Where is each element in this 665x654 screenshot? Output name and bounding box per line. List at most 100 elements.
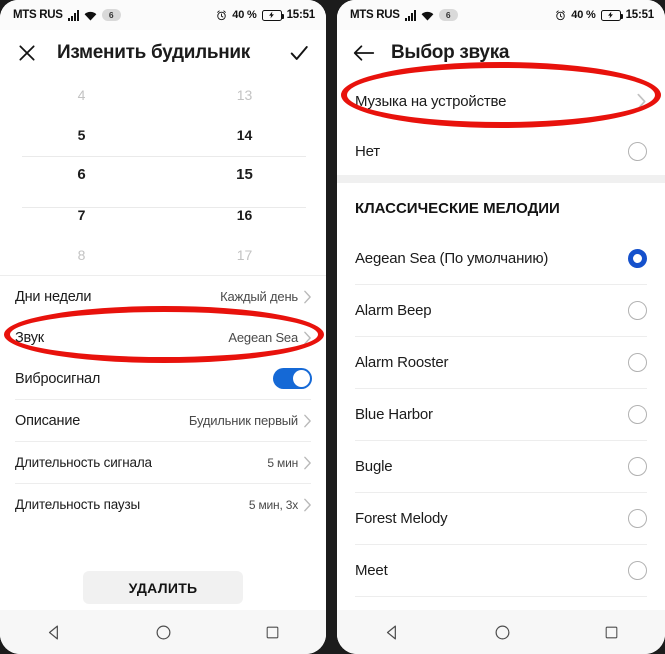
- list-item-device-music[interactable]: Музыка на устройстве: [337, 75, 665, 127]
- list-item-label: Meet: [355, 562, 388, 579]
- sim-badge: 6: [101, 9, 121, 21]
- list-item-none[interactable]: Нет: [337, 127, 665, 175]
- row-value: Будильник первый: [188, 413, 298, 428]
- battery-charging-icon: [600, 9, 623, 21]
- nav-recents-square-icon[interactable]: [265, 625, 280, 640]
- chevron-right-icon: [303, 456, 312, 470]
- list-item-label: Blue Harbor: [355, 406, 433, 423]
- status-bar-right-group: 40 % 15:51: [555, 9, 654, 21]
- list-item-melody[interactable]: Bugle: [337, 441, 665, 492]
- settings-row-alarm-duration[interactable]: Длительность сигнала 5 мин: [0, 442, 326, 483]
- row-value: Каждый день: [220, 289, 298, 304]
- status-bar-left: MTS RUS 6 40 % 15:51: [0, 0, 326, 30]
- list-item-label: Aegean Sea (По умолчанию): [355, 250, 549, 267]
- list-item-label: Нет: [355, 142, 380, 160]
- row-label: Описание: [15, 412, 81, 429]
- hour-option-selected[interactable]: 6: [77, 155, 85, 195]
- row-label: Длительность сигнала: [15, 455, 152, 470]
- alarm-clock-icon: [555, 9, 566, 21]
- status-bar-right-group: 40 % 15:51: [216, 9, 315, 21]
- row-value: 5 мин, 3х: [248, 497, 298, 512]
- nav-back-triangle-icon[interactable]: [46, 624, 63, 641]
- hour-wheel[interactable]: 4 5 6 7 8: [0, 75, 163, 275]
- minute-wheel[interactable]: 13 14 15 16 17: [163, 75, 326, 275]
- melody-list: Aegean Sea (По умолчанию) Alarm Beep Ala…: [337, 233, 665, 597]
- minute-option-selected[interactable]: 15: [236, 155, 253, 195]
- android-nav-bar-right: [337, 610, 665, 654]
- nav-back-triangle-icon[interactable]: [384, 624, 401, 641]
- minute-option[interactable]: 14: [237, 115, 253, 155]
- list-item-label: Alarm Beep: [355, 302, 432, 319]
- carrier-label: MTS RUS: [13, 9, 63, 21]
- battery-percent-label: 40 %: [571, 9, 596, 21]
- list-item-label: Alarm Rooster: [355, 354, 449, 371]
- list-item-melody[interactable]: Meet: [337, 545, 665, 596]
- hour-option[interactable]: 4: [78, 75, 86, 115]
- list-item-melody[interactable]: Alarm Beep: [337, 285, 665, 336]
- battery-charging-icon: [261, 9, 284, 21]
- radio-button[interactable]: [628, 405, 647, 424]
- minute-option[interactable]: 16: [237, 195, 253, 235]
- signal-bars-icon: [404, 9, 416, 21]
- clock-label: 15:51: [625, 9, 655, 21]
- picker-divider-top: [22, 156, 306, 157]
- radio-button[interactable]: [628, 353, 647, 372]
- radio-button[interactable]: [628, 509, 647, 528]
- settings-row-snooze-duration[interactable]: Длительность паузы 5 мин, 3х: [0, 484, 326, 525]
- settings-row-vibration[interactable]: Вибросигнал: [0, 358, 326, 399]
- page-title: Изменить будильник: [57, 41, 251, 63]
- list-item-melody[interactable]: Alarm Rooster: [337, 337, 665, 388]
- status-bar-left-group: MTS RUS 6: [350, 9, 458, 21]
- android-nav-bar-left: [0, 610, 326, 654]
- page-title: Выбор звука: [391, 41, 510, 63]
- list-item-melody[interactable]: Blue Harbor: [337, 389, 665, 440]
- row-value: Aegean Sea: [228, 330, 298, 345]
- section-separator-band: [337, 175, 665, 183]
- row-value: 5 мин: [267, 455, 298, 470]
- signal-bars-icon: [67, 9, 79, 21]
- list-item-label: Музыка на устройстве: [355, 92, 507, 110]
- chevron-right-icon: [303, 498, 312, 512]
- app-bar-edit-alarm: Изменить будильник: [0, 30, 326, 75]
- arrow-back-icon[interactable]: [351, 40, 377, 66]
- nav-recents-square-icon[interactable]: [604, 625, 619, 640]
- hour-option[interactable]: 7: [78, 195, 86, 235]
- radio-button[interactable]: [628, 561, 647, 580]
- status-bar-left-group: MTS RUS 6: [13, 9, 121, 21]
- picker-divider-bottom: [22, 207, 306, 208]
- dual-screenshot-stage: MTS RUS 6 40 % 15:51 Изменить будильник …: [0, 0, 665, 654]
- settings-row-sound[interactable]: Звук Aegean Sea: [0, 317, 326, 358]
- row-label: Вибросигнал: [15, 370, 101, 387]
- list-item-melody[interactable]: Aegean Sea (По умолчанию): [337, 233, 665, 284]
- list-item-melody[interactable]: Forest Melody: [337, 493, 665, 544]
- minute-option[interactable]: 17: [237, 235, 253, 275]
- settings-row-weekdays[interactable]: Дни недели Каждый день: [0, 276, 326, 317]
- app-bar-sound-picker: Выбор звука: [337, 30, 665, 75]
- hour-option[interactable]: 5: [78, 115, 86, 155]
- radio-button[interactable]: [628, 301, 647, 320]
- nav-home-circle-icon[interactable]: [494, 624, 511, 641]
- hour-option[interactable]: 8: [78, 235, 86, 275]
- chevron-right-icon: [303, 414, 312, 428]
- close-icon[interactable]: [14, 40, 40, 66]
- radio-button-selected[interactable]: [628, 249, 647, 268]
- check-icon[interactable]: [286, 40, 312, 66]
- time-picker[interactable]: 4 5 6 7 8 13 14 15 16 17: [0, 75, 326, 275]
- nav-home-circle-icon[interactable]: [155, 624, 172, 641]
- battery-percent-label: 40 %: [232, 9, 257, 21]
- delete-button-container: УДАЛИТЬ: [0, 571, 326, 604]
- row-label: Звук: [15, 329, 44, 346]
- radio-button[interactable]: [628, 141, 647, 161]
- clock-label: 15:51: [286, 9, 316, 21]
- row-label: Дни недели: [15, 288, 92, 305]
- chevron-right-icon: [303, 331, 312, 345]
- radio-button[interactable]: [628, 457, 647, 476]
- chevron-right-icon: [636, 93, 647, 110]
- delete-button[interactable]: УДАЛИТЬ: [83, 571, 243, 604]
- panel-divider: [326, 0, 337, 654]
- minute-option[interactable]: 13: [237, 75, 253, 115]
- sim-badge: 6: [438, 9, 458, 21]
- settings-row-description[interactable]: Описание Будильник первый: [0, 400, 326, 441]
- phone-screen-edit-alarm: MTS RUS 6 40 % 15:51 Изменить будильник …: [0, 0, 326, 654]
- vibration-toggle[interactable]: [273, 368, 312, 389]
